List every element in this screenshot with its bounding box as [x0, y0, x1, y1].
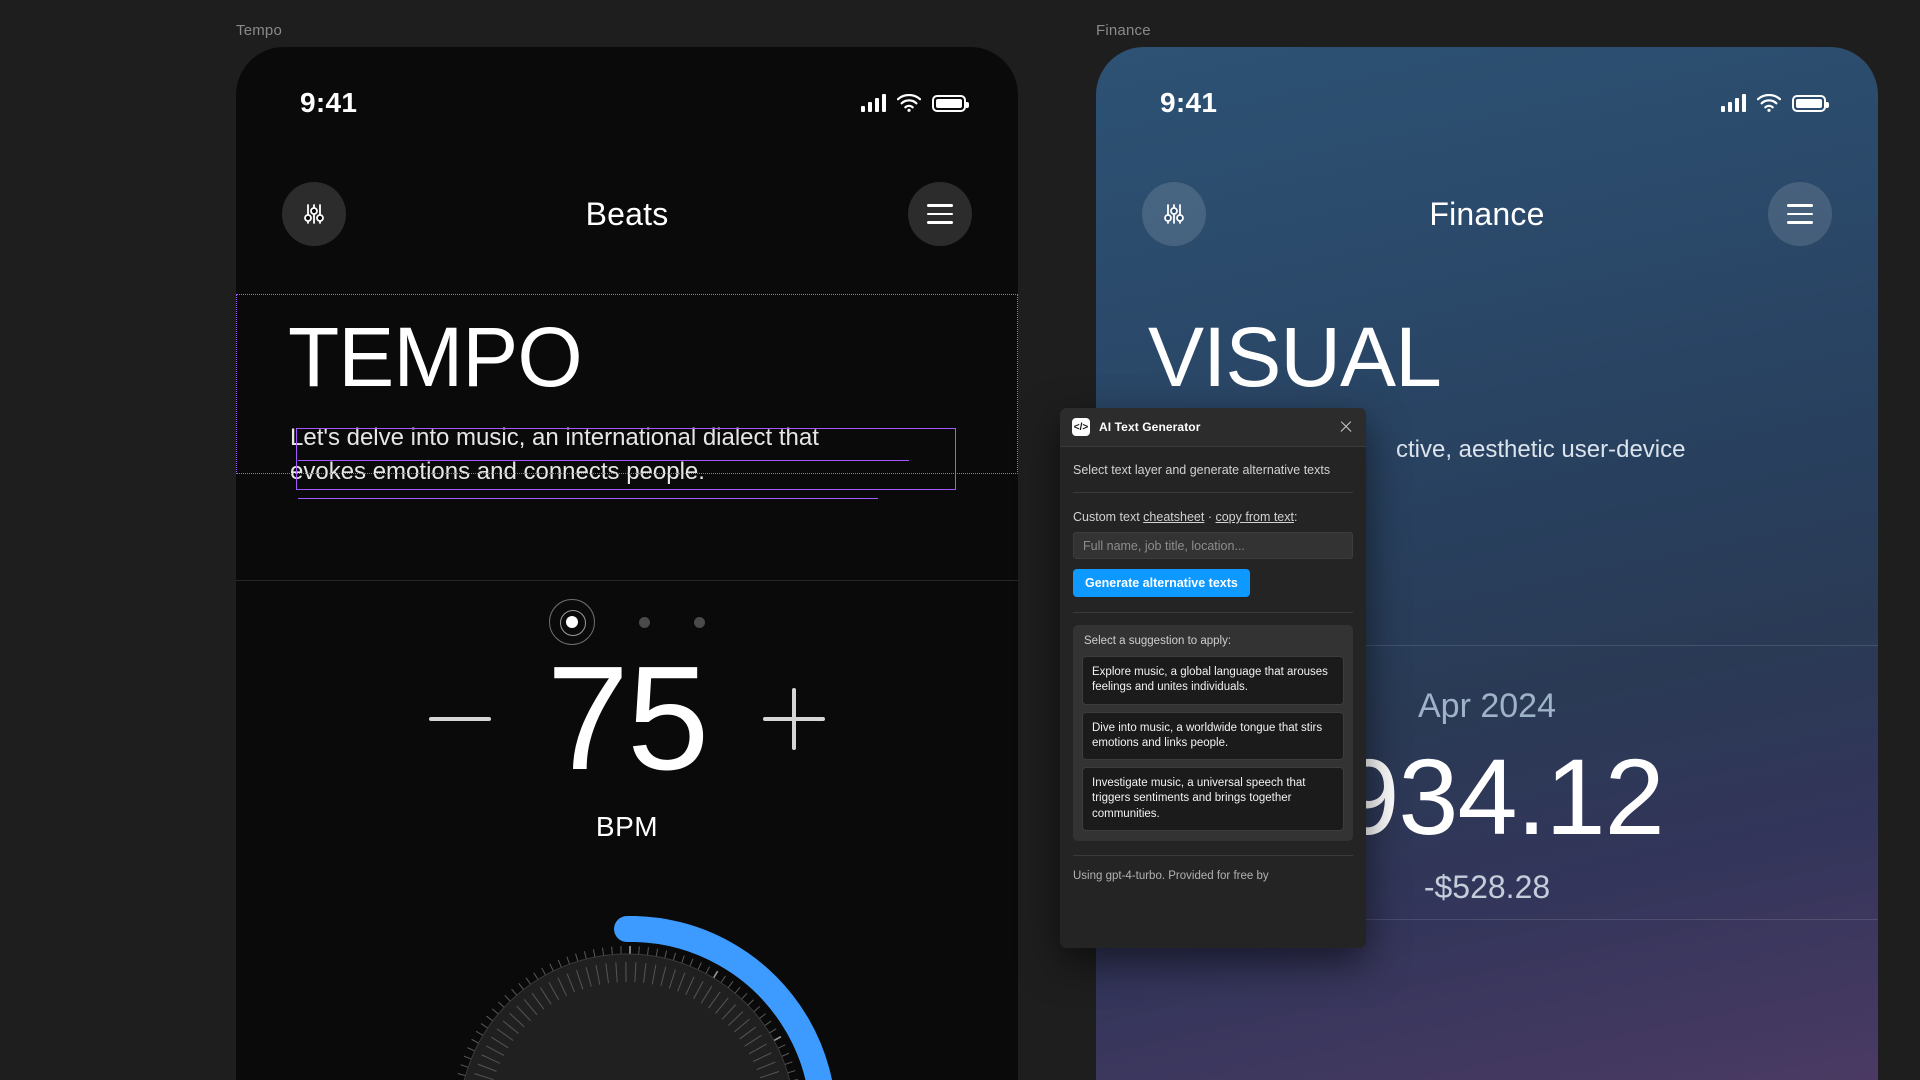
panel-divider [1073, 612, 1353, 613]
pager-dot[interactable] [694, 616, 705, 628]
section-divider [236, 580, 1018, 581]
hero-tempo: TEMPO Let's delve into music, an interna… [236, 299, 1018, 489]
battery-icon [932, 94, 969, 112]
suggestions-container: Select a suggestion to apply: Explore mu… [1073, 625, 1353, 841]
custom-text-input[interactable] [1073, 532, 1353, 559]
decrease-bpm-button[interactable] [428, 717, 491, 721]
suggestions-heading: Select a suggestion to apply: [1084, 635, 1232, 647]
suggestion-card[interactable]: Explore music, a global language that ar… [1082, 656, 1344, 705]
app-nav-tempo: Beats [236, 159, 1018, 269]
close-icon[interactable] [1337, 418, 1355, 436]
panel-lead-text: Select text layer and generate alternati… [1073, 463, 1331, 477]
suggestion-card[interactable]: Dive into music, a worldwide tongue that… [1082, 711, 1344, 761]
status-time: 9:41 [300, 87, 358, 118]
signal-bars-icon [1720, 94, 1746, 112]
wifi-icon [1757, 94, 1781, 112]
wifi-icon [897, 94, 921, 112]
app-nav-finance: Finance [1096, 159, 1878, 269]
status-icons [860, 94, 969, 112]
suggestion-card[interactable]: Investigate music, a universal speech th… [1082, 767, 1344, 831]
status-bar: 9:41 [1096, 47, 1878, 133]
frame-label-finance[interactable]: Finance [1096, 22, 1151, 39]
sliders-icon-button[interactable] [1142, 182, 1206, 246]
sliders-icon [1164, 204, 1184, 224]
status-time: 9:41 [1160, 87, 1218, 118]
custom-text-prefix: Custom text [1073, 510, 1140, 524]
panel-body: Select text layer and generate alternati… [1060, 447, 1366, 948]
signal-bars-icon [860, 94, 886, 112]
nav-title-finance: Finance [1429, 195, 1545, 232]
status-icons [1720, 94, 1829, 112]
hamburger-menu-icon [1787, 204, 1813, 224]
bpm-unit-label: BPM [595, 811, 659, 842]
plugin-logo-icon: </> [1072, 418, 1090, 436]
copy-from-text-link[interactable]: copy from text [1215, 510, 1294, 524]
panel-title: AI Text Generator [1099, 420, 1201, 434]
sliders-icon [304, 204, 324, 224]
hero-subtitle-tempo[interactable]: Let's delve into music, an international… [236, 399, 836, 489]
generate-alternative-texts-button[interactable]: Generate alternative texts [1073, 569, 1250, 597]
custom-text-label: Custom text cheatsheet · copy from text: [1073, 493, 1353, 532]
label-separator: · [1207, 510, 1212, 524]
cheatsheet-link[interactable]: cheatsheet [1143, 510, 1204, 524]
panel-footer-text: Using gpt-4-turbo. Provided for free by [1073, 869, 1269, 882]
tempo-dial-gauge[interactable] [392, 887, 862, 1080]
phone-frame-tempo: 9:41 Beats TEMPO Let's delve into music,… [236, 47, 1018, 1080]
battery-icon [1792, 94, 1829, 112]
nav-title-tempo: Beats [585, 195, 669, 232]
hamburger-menu-button[interactable] [907, 182, 972, 246]
figma-canvas: Tempo Finance 9:41 Beats TEMPO Let's del… [0, 0, 1920, 1080]
status-bar: 9:41 [236, 47, 1018, 133]
hero-title-finance[interactable]: VISUAL [1096, 299, 1878, 399]
hamburger-menu-icon [926, 204, 953, 224]
pager-dot[interactable] [639, 616, 650, 628]
hamburger-menu-button[interactable] [1768, 182, 1832, 246]
hero-title-tempo[interactable]: TEMPO [236, 299, 1018, 399]
label-colon: : [1293, 510, 1298, 524]
ai-text-generator-panel: </> AI Text Generator Select text layer … [1060, 408, 1366, 948]
bpm-value: 75 [546, 636, 710, 801]
panel-divider [1073, 854, 1353, 856]
bpm-control: 75 BPM [236, 645, 1018, 843]
increase-bpm-button[interactable] [763, 688, 826, 750]
panel-footer: Using gpt-4-turbo. Provided for free by [1073, 841, 1353, 885]
sliders-icon-button[interactable] [282, 182, 346, 246]
frame-label-tempo[interactable]: Tempo [236, 22, 282, 39]
panel-header: </> AI Text Generator [1060, 408, 1366, 447]
